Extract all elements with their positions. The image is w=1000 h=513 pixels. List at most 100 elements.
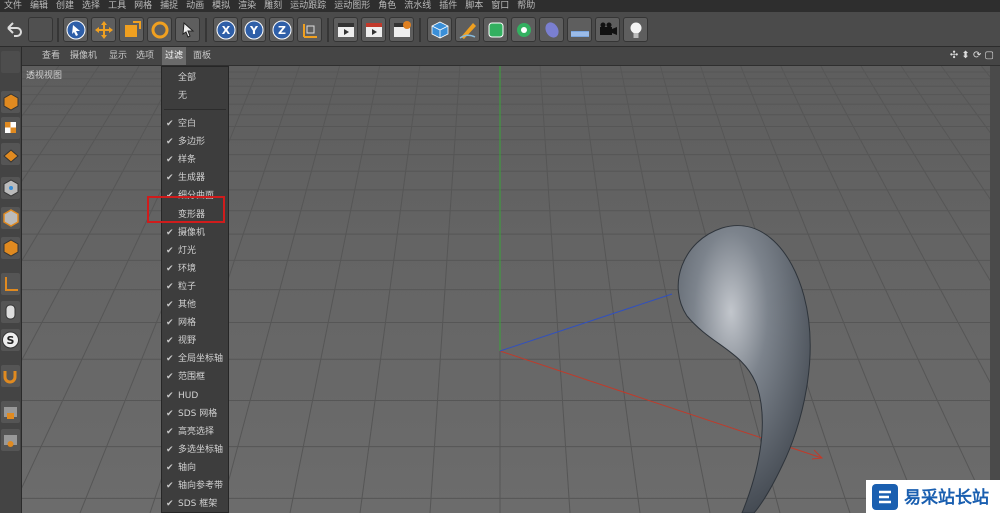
cube-button[interactable] [427,17,452,42]
z-axis-lock-button[interactable]: Z [269,17,294,42]
cube-icon [3,93,19,111]
clapper-icon [338,23,354,37]
filter-option[interactable]: ✔ 范围框 [162,368,228,386]
check-icon: ✔ [166,372,174,383]
x-axis-lock-button[interactable]: X [213,17,238,42]
array-button[interactable] [511,17,536,42]
menubar-item[interactable]: 模拟 [212,0,230,12]
axis-mode-button[interactable] [1,273,20,295]
deformed-object[interactable] [677,225,811,513]
viewport-navigation-icons[interactable]: ✣ ⬍ ⟳ ▢ [950,47,994,65]
filter-option[interactable]: ✔ SDS 框架 [162,495,228,513]
camera-button[interactable] [595,17,620,42]
menu-view[interactable]: 查看 [42,47,60,65]
filter-option-label: 样条 [178,155,197,166]
menubar-item[interactable]: 选择 [82,0,100,12]
filter-option[interactable]: ✔ 轴向参考带 [162,477,228,495]
filter-option[interactable]: ✔ 多选坐标轴 [162,441,228,459]
menu-panel[interactable]: 面板 [193,47,211,65]
filter-option[interactable]: ✔ HUD [162,387,228,405]
polygons-mode-button[interactable] [1,237,20,259]
scale-tool-button[interactable] [119,17,144,42]
check-icon: ✔ [166,119,174,129]
lock-workplane-button[interactable] [1,401,20,423]
menubar-item[interactable]: 帮助 [517,0,535,12]
redo-button[interactable] [28,17,53,42]
menubar-item[interactable]: 流水线 [404,0,431,12]
filter-option[interactable]: ✔ 全局坐标轴 [162,350,228,368]
points-mode-button[interactable] [1,177,20,199]
filter-option-label: SDS 网格 [178,408,218,419]
menubar-item[interactable]: 捕捉 [160,0,178,12]
menubar-item[interactable]: 窗口 [491,0,509,12]
menubar-item[interactable]: 脚本 [465,0,483,12]
menubar-item[interactable]: 动画 [186,0,204,12]
menubar-item[interactable]: 网格 [134,0,152,12]
last-tool-button[interactable] [175,17,200,42]
x-axis-arrow [811,449,824,460]
move-tool-button[interactable] [91,17,116,42]
deformer-button[interactable] [539,17,564,42]
y-axis-lock-button[interactable]: Y [241,17,266,42]
subdivision-surface-button[interactable] [483,17,508,42]
filter-option[interactable]: ✔ SDS 网格 [162,405,228,423]
floor-icon [571,31,589,37]
select-tool-button[interactable] [63,17,88,42]
filter-option[interactable]: ✔ 其他 [162,296,228,314]
check-icon: ✔ [166,462,174,473]
check-icon: ✔ [166,390,174,401]
filter-option[interactable]: 无 [162,87,228,105]
check-icon: ✔ [166,300,174,310]
filter-option[interactable]: ✔ 高亮选择 [162,423,228,441]
planar-workplane-button[interactable] [1,429,20,451]
snap-button[interactable]: S [1,329,20,351]
workplane-mode-button[interactable] [1,143,20,165]
filter-option[interactable]: ✔ 视野 [162,332,228,350]
filter-option[interactable]: ✔ 样条 [162,151,228,169]
menu-cameras[interactable]: 摄像机 [70,47,97,65]
mouse-icon [5,304,16,320]
magnet-button[interactable] [1,365,20,387]
filter-option[interactable]: ✔ 多边形 [162,133,228,151]
make-editable-button[interactable] [1,51,20,73]
filter-option-label: 其他 [178,300,197,310]
filter-option[interactable]: ✔ 轴向 [162,459,228,477]
pen-button[interactable] [455,17,480,42]
menu-options[interactable]: 选项 [136,47,154,65]
texture-mode-button[interactable] [1,117,20,139]
menubar-item[interactable]: 运动图形 [334,0,370,12]
filter-option[interactable]: ✔ 环境 [162,260,228,278]
filter-option[interactable]: ✔ 粒子 [162,278,228,296]
deformer-icon [545,22,559,38]
menubar-item[interactable]: 运动跟踪 [290,0,326,12]
filter-option[interactable]: ✔ 网格 [162,314,228,332]
menubar-item[interactable]: 插件 [439,0,457,12]
menubar-item[interactable]: 文件 [4,0,22,12]
filter-option[interactable]: ✔ 灯光 [162,242,228,260]
rotate-tool-button[interactable] [147,17,172,42]
light-button[interactable] [623,17,648,42]
render-settings-button[interactable] [389,17,414,42]
menu-display[interactable]: 显示 [109,47,127,65]
filter-option-label: 多边形 [178,137,206,148]
coordinate-system-button[interactable] [297,17,322,42]
menubar-item[interactable]: 创建 [56,0,74,12]
edges-mode-button[interactable] [1,207,20,229]
menubar-item[interactable]: 渲染 [238,0,256,12]
filter-option[interactable]: 全部 [162,69,228,87]
floor-button[interactable] [567,17,592,42]
model-mode-button[interactable] [1,91,20,113]
render-picture-viewer-button[interactable] [361,17,386,42]
undo-button[interactable] [2,17,27,42]
filter-option[interactable]: ✔ 生成器 [162,169,228,187]
menubar-item[interactable]: 角色 [378,0,396,12]
site-logo-icon [872,484,898,510]
menubar-item[interactable]: 编辑 [30,0,48,12]
tweak-mode-button[interactable] [1,301,20,323]
menu-filter[interactable]: 过滤 [162,47,187,65]
filter-option[interactable]: ✔ 空白 [162,115,228,133]
render-view-button[interactable] [333,17,358,42]
menubar-item[interactable]: 工具 [108,0,126,12]
menubar-item[interactable]: 雕刻 [264,0,282,12]
filter-option[interactable]: ✔ 摄像机 [162,224,228,242]
